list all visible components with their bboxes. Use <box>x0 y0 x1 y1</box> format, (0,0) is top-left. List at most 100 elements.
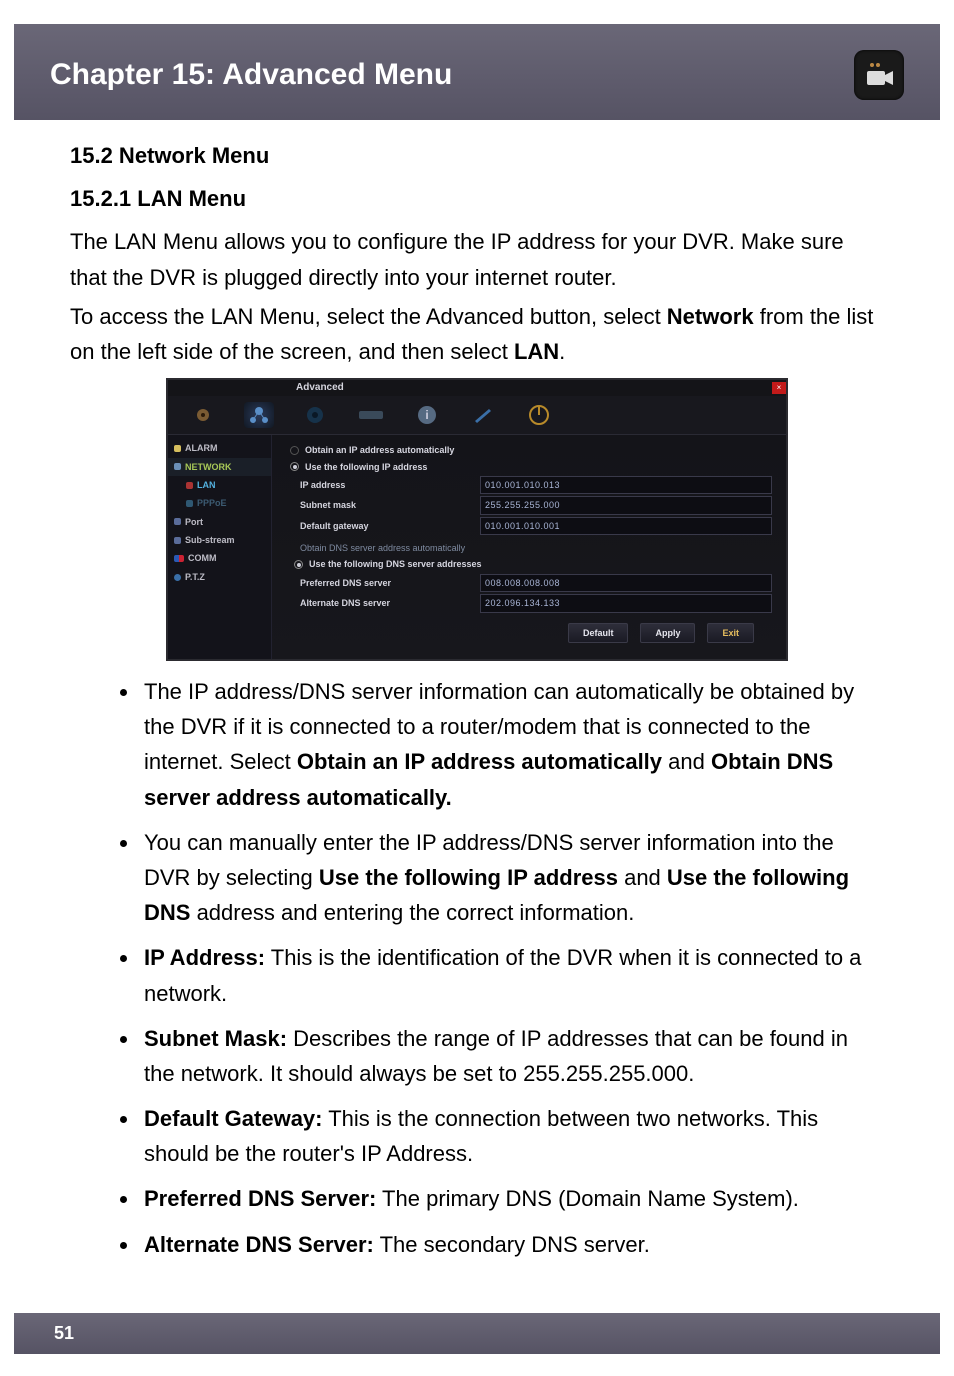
bold-text: Default Gateway: <box>144 1106 323 1131</box>
dvr-titlebar: Advanced × <box>168 380 786 396</box>
svg-text:i: i <box>425 408 428 422</box>
text: . <box>559 339 565 364</box>
page-number: 51 <box>54 1323 74 1343</box>
text: and <box>618 865 667 890</box>
page-content: 15.2 Network Menu 15.2.1 LAN Menu The LA… <box>0 120 954 1262</box>
stream-icon <box>174 537 181 544</box>
radio-ip-manual[interactable]: Use the following IP address <box>290 460 772 474</box>
sidebar-item-pppoe[interactable]: PPPoE <box>168 494 271 512</box>
page-footer: 51 <box>14 1313 940 1354</box>
text: and <box>662 749 711 774</box>
list-item: Subnet Mask: Describes the range of IP a… <box>140 1021 884 1091</box>
subsection-heading: 15.2.1 LAN Menu <box>70 181 884 216</box>
camera-icon <box>854 50 904 100</box>
tab-icon-hdd[interactable] <box>356 402 386 428</box>
text: The primary DNS (Domain Name System). <box>376 1186 799 1211</box>
field-ip-address: IP address010.001.010.013 <box>300 476 772 494</box>
label: Alternate DNS server <box>300 596 480 610</box>
label: NETWORK <box>185 460 232 474</box>
label: Port <box>185 515 203 529</box>
field-alternate-dns: Alternate DNS server202.096.134.133 <box>300 594 772 612</box>
bullet-list: The IP address/DNS server information ca… <box>70 674 884 1262</box>
sidebar-item-network[interactable]: NETWORK <box>168 458 271 476</box>
radio-icon <box>294 560 303 569</box>
dvr-main-panel: Obtain an IP address automatically Use t… <box>272 435 786 659</box>
dvr-window-title: Advanced <box>296 380 344 396</box>
label: Obtain an IP address automatically <box>305 443 454 457</box>
text: To access the LAN Menu, select the Advan… <box>70 304 667 329</box>
radio-icon <box>290 446 299 455</box>
sidebar-item-port[interactable]: Port <box>168 513 271 531</box>
label: PPPoE <box>197 496 227 510</box>
sidebar-item-alarm[interactable]: ALARM <box>168 439 271 457</box>
bold-text: Alternate DNS Server: <box>144 1232 374 1257</box>
sidebar-item-comm[interactable]: COMM <box>168 549 271 567</box>
label: LAN <box>197 478 216 492</box>
bell-icon <box>174 445 181 452</box>
dvr-button-row: Default Apply Exit <box>282 615 772 651</box>
list-item: Default Gateway: This is the connection … <box>140 1101 884 1171</box>
paragraph: To access the LAN Menu, select the Advan… <box>70 299 884 369</box>
paragraph: The LAN Menu allows you to configure the… <box>70 224 884 294</box>
field-subnet-mask: Subnet mask255.255.255.000 <box>300 496 772 514</box>
port-icon <box>174 518 181 525</box>
close-icon[interactable]: × <box>772 382 786 394</box>
sidebar-item-substream[interactable]: Sub-stream <box>168 531 271 549</box>
field-preferred-dns: Preferred DNS server008.008.008.008 <box>300 574 772 592</box>
tab-icon-power[interactable] <box>524 402 554 428</box>
dvr-window: Advanced × i ALARM NETWORK LAN PPPoE Por… <box>167 379 787 660</box>
preferred-dns-input[interactable]: 008.008.008.008 <box>480 574 772 592</box>
bold-text: IP Address: <box>144 945 265 970</box>
label: P.T.Z <box>185 570 205 584</box>
default-gateway-input[interactable]: 010.001.010.001 <box>480 517 772 535</box>
radio-icon <box>290 462 299 471</box>
sidebar-item-ptz[interactable]: P.T.Z <box>168 568 271 586</box>
tab-icon-maintain[interactable] <box>468 402 498 428</box>
label: COMM <box>188 551 217 565</box>
list-item: The IP address/DNS server information ca… <box>140 674 884 815</box>
bold-text: Preferred DNS Server: <box>144 1186 376 1211</box>
exit-button[interactable]: Exit <box>707 623 754 643</box>
dvr-sidebar: ALARM NETWORK LAN PPPoE Port Sub-stream … <box>168 435 272 659</box>
label: IP address <box>300 478 480 492</box>
subnet-mask-input[interactable]: 255.255.255.000 <box>480 496 772 514</box>
tab-icon-record[interactable] <box>300 402 330 428</box>
list-item: You can manually enter the IP address/DN… <box>140 825 884 931</box>
label: Default gateway <box>300 519 480 533</box>
alternate-dns-input[interactable]: 202.096.134.133 <box>480 594 772 612</box>
label: Preferred DNS server <box>300 576 480 590</box>
network-icon <box>174 463 181 470</box>
ptz-icon <box>174 574 181 581</box>
ip-address-input[interactable]: 010.001.010.013 <box>480 476 772 494</box>
radio-ip-auto[interactable]: Obtain an IP address automatically <box>290 443 772 457</box>
label: ALARM <box>185 441 218 455</box>
list-item: IP Address: This is the identification o… <box>140 940 884 1010</box>
label: Use the following IP address <box>305 460 427 474</box>
text: The secondary DNS server. <box>374 1232 650 1257</box>
tab-icon-network[interactable] <box>244 402 274 428</box>
bold-text: Subnet Mask: <box>144 1026 287 1051</box>
tab-icon-settings[interactable] <box>188 402 218 428</box>
radio-dns-auto[interactable]: Obtain DNS server address automatically <box>300 541 772 555</box>
dvr-tab-icons: i <box>168 396 786 435</box>
comm-icon <box>174 555 184 562</box>
bold-text: LAN <box>514 339 559 364</box>
sidebar-item-lan[interactable]: LAN <box>168 476 271 494</box>
list-item: Alternate DNS Server: The secondary DNS … <box>140 1227 884 1262</box>
radio-dns-manual[interactable]: Use the following DNS server addresses <box>294 557 772 571</box>
section-heading: 15.2 Network Menu <box>70 138 884 173</box>
label: Sub-stream <box>185 533 235 547</box>
bold-text: Use the following IP address <box>319 865 618 890</box>
lan-icon <box>186 482 193 489</box>
tab-icon-info[interactable]: i <box>412 402 442 428</box>
chapter-header: Chapter 15: Advanced Menu <box>14 24 940 120</box>
apply-button[interactable]: Apply <box>640 623 695 643</box>
field-default-gateway: Default gateway010.001.010.001 <box>300 517 772 535</box>
label: Subnet mask <box>300 498 480 512</box>
bold-text: Obtain an IP address automatically <box>297 749 662 774</box>
list-item: Preferred DNS Server: The primary DNS (D… <box>140 1181 884 1216</box>
pppoe-icon <box>186 500 193 507</box>
default-button[interactable]: Default <box>568 623 629 643</box>
label: Use the following DNS server addresses <box>309 557 482 571</box>
chapter-title: Chapter 15: Advanced Menu <box>50 58 452 92</box>
